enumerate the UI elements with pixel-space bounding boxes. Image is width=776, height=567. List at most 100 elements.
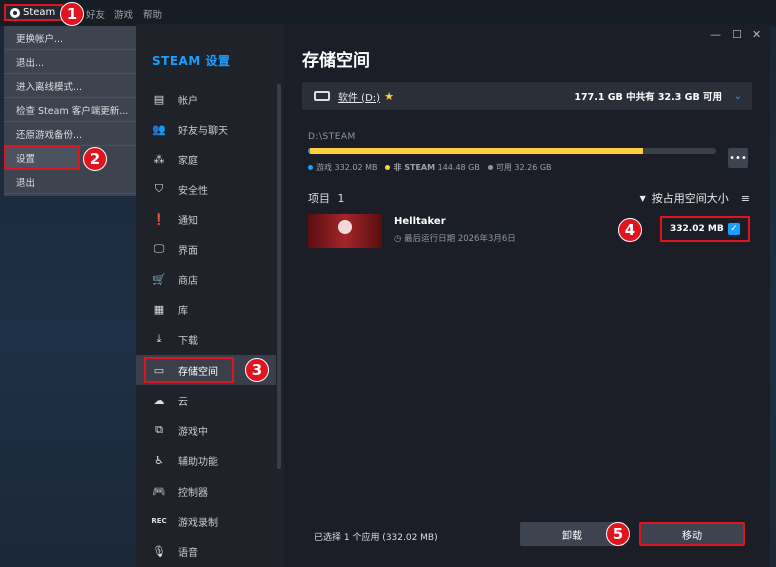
minimize-icon[interactable]: — [710, 28, 721, 41]
drive-selector[interactable]: 软件 (D:) ★ 177.1 GB 中共有 32.3 GB 可用 ⌄ [302, 82, 752, 110]
sidebar-item-recording[interactable]: REC 游戏录制 [136, 506, 276, 536]
sort-dropdown[interactable]: ▼ 按占用空间大小 ≡ [640, 190, 750, 206]
account-icon: ▤ [153, 92, 165, 106]
sidebar-item-label: 下载 [178, 335, 198, 347]
sidebar-item-voice[interactable]: 🎙 语音 [136, 536, 276, 566]
sidebar-item-label: 辅助功能 [178, 456, 218, 468]
sidebar-item-downloads[interactable]: ⤓ 下载 [136, 324, 276, 354]
menu-item-restore-backup[interactable]: 还原游戏备份... [4, 122, 136, 146]
settings-sidebar: STEAM 设置 ▤ 帐户 👥 好友与聊天 ⁂ 家庭 ⛉ 安全性 ❗ 通知 🖵 界面 🛒 商店… [136, 24, 284, 567]
maximize-icon[interactable]: ☐ [732, 28, 742, 41]
sidebar-item-interface[interactable]: 🖵 界面 [136, 234, 276, 264]
clock-icon: ◷ [394, 234, 402, 244]
sidebar-scrollbar[interactable] [277, 84, 281, 469]
drive-name: 软件 (D:) [338, 92, 381, 104]
mic-icon: 🎙 [152, 544, 166, 558]
step-badge-5: 5 [606, 522, 630, 546]
download-icon: ⤓ [156, 332, 162, 345]
accessibility-icon: ♿ [154, 453, 164, 467]
sidebar-item-library[interactable]: ▦ 库 [136, 294, 276, 324]
steam-logo-icon [10, 7, 20, 18]
drive-icon [314, 91, 330, 101]
steam-menubar: Steam 好友 游戏 帮助 [0, 0, 776, 26]
grid-icon: ▦ [153, 302, 165, 316]
caret-down-icon: ▼ [639, 193, 646, 203]
star-icon: ★ [384, 89, 394, 103]
controller-icon: 🎮 [152, 484, 166, 498]
move-button[interactable]: 移动 [639, 522, 745, 546]
sidebar-item-account[interactable]: ▤ 帐户 [136, 84, 276, 114]
rec-icon: REC [151, 517, 167, 525]
usage-bar-non-steam [310, 148, 644, 154]
sidebar-item-label: 商店 [178, 275, 198, 287]
last-played: ◷ 最后运行日期 2026年3月6日 [394, 234, 516, 244]
sidebar-item-notifications[interactable]: ❗ 通知 [136, 204, 276, 234]
storage-panel: — ☐ ✕ 存储空间 软件 (D:) ★ 177.1 GB 中共有 32.3 G… [284, 24, 770, 567]
family-icon: ⁂ [153, 152, 165, 166]
more-options-button[interactable]: ••• [728, 148, 748, 168]
legend-game: 游戏 332.02 MB [308, 162, 377, 173]
menu-item-exit[interactable]: 退出 [4, 170, 136, 194]
step-badge-4: 4 [618, 218, 642, 242]
notification-icon: ❗ [152, 212, 166, 226]
monitor-icon: 🖵 [153, 242, 165, 255]
steam-menu-label: Steam [23, 7, 56, 18]
sidebar-item-label: 帐户 [178, 95, 198, 107]
friends-icon: 👥 [152, 122, 166, 136]
menu-item-logout[interactable]: 退出... [4, 50, 136, 74]
menu-games[interactable]: 游戏 [114, 7, 133, 21]
menu-item-offline[interactable]: 进入离线模式... [4, 74, 136, 98]
sidebar-item-store[interactable]: 🛒 商店 [136, 264, 276, 294]
step-badge-3: 3 [245, 358, 269, 382]
sidebar-item-security[interactable]: ⛉ 安全性 [136, 174, 276, 204]
settings-title: STEAM 设置 [152, 54, 231, 68]
selection-summary: 已选择 1 个应用 (332.02 MB) [314, 533, 438, 543]
sidebar-item-label: 游戏录制 [178, 517, 218, 529]
filter-lines-icon[interactable]: ≡ [741, 192, 750, 205]
game-size-select[interactable]: 332.02 MB ✓ [660, 216, 750, 242]
drive-space: 177.1 GB 中共有 32.3 GB 可用 [574, 92, 722, 103]
game-name: Helltaker [394, 216, 446, 227]
menu-item-change-account[interactable]: 更换帐户... [4, 26, 136, 50]
sidebar-item-label: 通知 [178, 215, 198, 227]
sidebar-item-label: 安全性 [178, 185, 208, 197]
close-icon[interactable]: ✕ [752, 28, 761, 41]
drive-path: D:\STEAM [308, 132, 356, 142]
sidebar-item-friends[interactable]: 👥 好友与聊天 [136, 114, 276, 144]
items-header: 项目 1 [308, 192, 345, 205]
menu-help[interactable]: 帮助 [143, 7, 162, 21]
cloud-icon: ☁ [153, 393, 165, 407]
sort-label: 按占用空间大小 [651, 192, 729, 205]
items-count: 1 [337, 192, 345, 205]
sidebar-item-family[interactable]: ⁂ 家庭 [136, 144, 276, 174]
legend-non-steam: 非 STEAM 144.48 GB [385, 162, 480, 173]
steam-menu-button[interactable]: Steam [4, 4, 64, 21]
sidebar-item-label: 界面 [178, 245, 198, 257]
storage-highlight-frame [144, 357, 234, 383]
shield-icon: ⛉ [154, 182, 164, 195]
step-badge-1: 1 [60, 2, 84, 26]
menu-item-check-updates[interactable]: 检查 Steam 客户端更新... [4, 98, 136, 122]
sidebar-item-accessibility[interactable]: ♿ 辅助功能 [136, 445, 276, 475]
sidebar-item-label: 云 [178, 396, 188, 408]
sidebar-item-label: 家庭 [178, 155, 198, 167]
ingame-icon: ⧉ [155, 423, 163, 436]
sidebar-item-label: 好友与聊天 [178, 125, 228, 137]
sidebar-item-label: 语音 [178, 547, 198, 559]
sidebar-item-ingame[interactable]: ⧉ 游戏中 [136, 415, 276, 445]
cart-icon: 🛒 [152, 272, 166, 286]
sidebar-item-label: 游戏中 [178, 426, 208, 438]
sidebar-item-controller[interactable]: 🎮 控制器 [136, 476, 276, 506]
sidebar-item-cloud[interactable]: ☁ 云 [136, 385, 276, 415]
legend-free: 可用 32.26 GB [487, 162, 552, 173]
steam-dropdown-menu: 更换帐户... 退出... 进入离线模式... 检查 Steam 客户端更新..… [4, 26, 136, 196]
game-thumbnail [308, 214, 382, 248]
game-size: 332.02 MB [670, 224, 724, 234]
page-title: 存储空间 [302, 51, 370, 71]
sidebar-item-label: 库 [178, 305, 188, 317]
checkbox-checked-icon[interactable]: ✓ [728, 223, 740, 235]
menu-friends[interactable]: 好友 [86, 7, 105, 21]
menu-item-settings[interactable]: 设置 [4, 146, 80, 170]
storage-usage-bar [308, 148, 716, 154]
game-row[interactable]: Helltaker ◷ 最后运行日期 2026年3月6日 332.02 MB ✓ [308, 210, 750, 250]
